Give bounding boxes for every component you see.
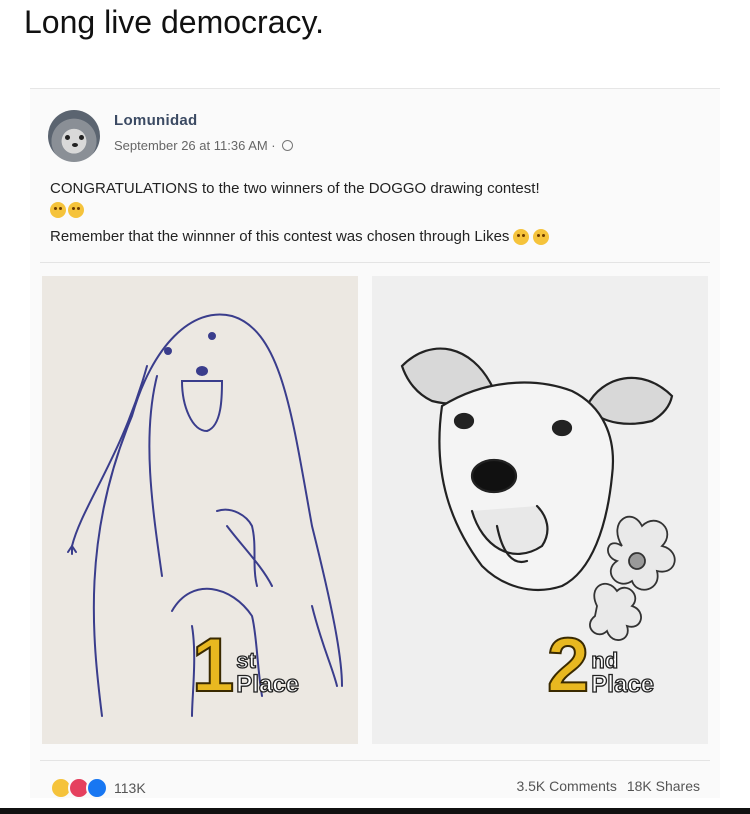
shares-count-link[interactable]: 18K Shares xyxy=(627,778,700,794)
realistic-dog-sketch xyxy=(400,347,676,641)
like-icon xyxy=(86,777,108,799)
divider xyxy=(40,262,710,263)
place-number: 1 xyxy=(191,623,235,708)
bottom-border xyxy=(0,808,750,814)
post-meta: September 26 at 11:36 AM · xyxy=(114,138,293,153)
laughing-cat-emoji-icon xyxy=(50,202,66,218)
post-text-line2: Remember that the winnner of this contes… xyxy=(50,228,550,245)
place-number: 2 xyxy=(546,623,590,708)
place-label: Place xyxy=(236,670,300,698)
laughing-cat-emoji-icon xyxy=(68,202,84,218)
reaction-summary[interactable]: 113K xyxy=(50,777,146,799)
post-timestamp[interactable]: September 26 at 11:36 AM · xyxy=(114,138,276,153)
grimace-emoji-icon xyxy=(513,228,530,245)
tweet-caption: Long live democracy. xyxy=(24,4,324,40)
place-suffix: nd xyxy=(591,647,619,673)
facebook-post: Lomunidad September 26 at 11:36 AM · CON… xyxy=(30,88,720,799)
author-name[interactable]: Lomunidad xyxy=(114,112,198,129)
avatar-eye xyxy=(79,135,84,140)
post-text-line1: CONGRATULATIONS to the two winners of th… xyxy=(50,180,540,197)
post-top-border xyxy=(30,88,720,89)
second-place-badge: 2 nd Place xyxy=(546,623,655,708)
place-suffix: st xyxy=(236,647,257,673)
first-place-badge: 1 st Place xyxy=(191,623,300,708)
emoji-row xyxy=(50,202,84,218)
post-stats: 3.5K Comments 18K Shares xyxy=(516,778,700,794)
comments-count-link[interactable]: 3.5K Comments xyxy=(516,778,616,794)
drawing-first-place[interactable]: 1 st Place xyxy=(42,276,358,744)
place-text-stack: nd Place xyxy=(591,647,655,698)
divider xyxy=(40,760,710,761)
avatar-nose xyxy=(72,143,78,147)
post-text-line2-label: Remember that the winnner of this contes… xyxy=(50,228,510,245)
place-label: Place xyxy=(591,670,655,698)
place-text-stack: st Place xyxy=(236,647,300,698)
grimace-emoji-icon xyxy=(533,228,550,245)
avatar-eye xyxy=(65,135,70,140)
globe-icon xyxy=(281,140,293,151)
reaction-count: 113K xyxy=(114,780,146,796)
author-avatar[interactable] xyxy=(48,110,100,162)
drawing-second-place[interactable]: 2 nd Place xyxy=(372,276,708,744)
